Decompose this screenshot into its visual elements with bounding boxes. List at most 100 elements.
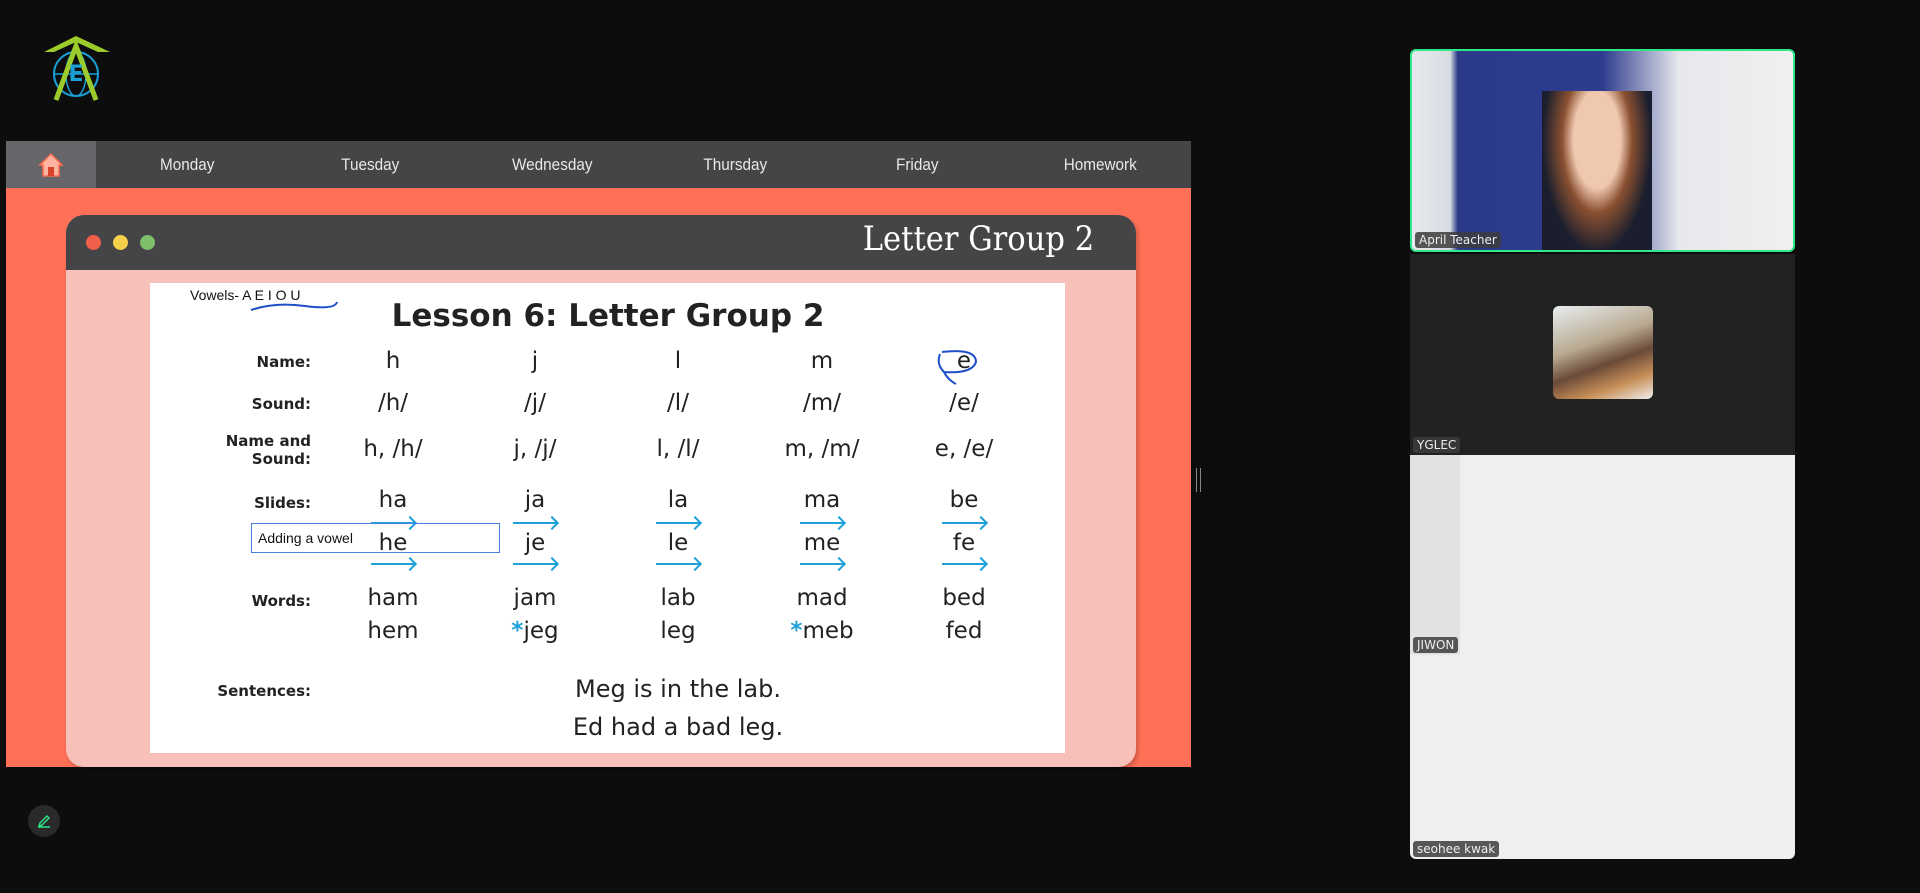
- cell-text: /e/: [949, 390, 979, 416]
- slide-arrow: [513, 522, 557, 524]
- slide-arrow: [656, 522, 700, 524]
- cell-names: h: [386, 348, 401, 374]
- annotation-textbox[interactable]: Adding a vowel: [251, 523, 500, 553]
- cell-sounds: /m/: [803, 390, 841, 416]
- slide-arrow: [942, 563, 986, 565]
- tab-monday[interactable]: Monday: [105, 141, 269, 188]
- participant-tile-yglec[interactable]: YGLEC: [1410, 254, 1795, 455]
- cell-text: jam: [513, 585, 557, 611]
- cell-names: j: [532, 348, 538, 374]
- divider-handle[interactable]: [1196, 468, 1201, 492]
- svg-text:E: E: [68, 62, 83, 87]
- cell-slides2: fe: [953, 530, 975, 556]
- cell-text: h: [385, 348, 401, 374]
- cell-words1: lab: [660, 585, 695, 611]
- cell-text: la: [667, 487, 689, 513]
- cell-text: m, /m/: [784, 436, 860, 462]
- participant-tile-jiwon[interactable]: JIWON: [1410, 455, 1795, 655]
- cell-text: /j/: [524, 390, 546, 416]
- cell-text: leg: [660, 618, 696, 644]
- participant-name: YGLEC: [1413, 437, 1461, 453]
- participant-name: seohee kwak: [1413, 841, 1500, 857]
- tab-homework[interactable]: Homework: [1018, 141, 1182, 188]
- cell-words2: fed: [946, 618, 983, 644]
- cell-text: e, /e/: [934, 436, 994, 462]
- cell-text: mad: [796, 585, 848, 611]
- star-mark: *: [790, 618, 803, 644]
- cell-words1: jam: [514, 585, 557, 611]
- cell-name_sound: e, /e/: [935, 436, 993, 462]
- slide-arrow: [656, 563, 700, 565]
- cell-slides1: be: [950, 487, 979, 513]
- tab-thursday[interactable]: Thursday: [653, 141, 817, 188]
- cell-text: meb: [802, 618, 854, 644]
- tab-wednesday[interactable]: Wednesday: [470, 141, 634, 188]
- participant-video: [1542, 91, 1652, 250]
- window-dot-green: [140, 235, 155, 250]
- cell-words2: hem: [367, 618, 418, 644]
- row-label-sentences: Sentences:: [217, 682, 311, 700]
- cell-text: j, /j/: [513, 436, 557, 462]
- participant-tile-seohee-kwak[interactable]: seohee kwak: [1410, 655, 1795, 859]
- participant-tile-april-teacher[interactable]: April Teacher: [1410, 49, 1795, 252]
- row-label-name: Name:: [256, 353, 311, 371]
- cell-slides1: ha: [379, 487, 408, 513]
- cell-words1: mad: [796, 585, 847, 611]
- pen-button[interactable]: [28, 805, 60, 837]
- cell-text: ja: [524, 487, 546, 513]
- sentence: Ed had a bad leg.: [572, 713, 784, 741]
- cell-text: le: [667, 530, 689, 556]
- participant-thumbnail: [1553, 306, 1653, 399]
- slide-arrow: [942, 522, 986, 524]
- cell-slides1: ma: [804, 487, 841, 513]
- participant-name: April Teacher: [1415, 232, 1501, 248]
- cell-text: fe: [952, 530, 976, 556]
- app-logo: E: [38, 34, 118, 104]
- cell-slides2: je: [525, 530, 546, 556]
- cell-sounds: /h/: [378, 390, 408, 416]
- cell-sounds: /e/: [949, 390, 979, 416]
- row-label-words: Words:: [251, 592, 311, 610]
- cell-text: hem: [367, 618, 419, 644]
- row-label-slides: Slides:: [254, 494, 311, 512]
- cell-text: /m/: [803, 390, 841, 416]
- nav-bar: Monday Tuesday Wednesday Thursday Friday…: [6, 141, 1191, 188]
- tab-tuesday[interactable]: Tuesday: [288, 141, 452, 188]
- cell-text: me: [803, 530, 841, 556]
- window-title-bar: Letter Group 2: [66, 215, 1136, 270]
- slide-arrow: [513, 563, 557, 565]
- cell-sounds: /l/: [667, 390, 689, 416]
- pen-icon: [37, 815, 50, 828]
- circle-annotation: [937, 350, 978, 385]
- cell-text: je: [524, 530, 546, 556]
- row-label-name-sound-1: Name and: [225, 432, 311, 450]
- window-dot-red: [86, 235, 101, 250]
- cell-text: bed: [942, 585, 986, 611]
- cell-text: l: [674, 348, 682, 374]
- cell-words1: bed: [942, 585, 985, 611]
- cell-names: l: [675, 348, 681, 374]
- row-label-name-sound-2: Sound:: [251, 450, 311, 468]
- window-title: Letter Group 2: [862, 219, 1094, 259]
- participant-name: JIWON: [1413, 637, 1459, 653]
- vowels-underline-annotation: [250, 301, 338, 311]
- cell-name_sound: l, /l/: [657, 436, 700, 462]
- cell-text: ham: [367, 585, 419, 611]
- cell-text: lab: [660, 585, 696, 611]
- cell-text: /h/: [377, 390, 409, 416]
- cell-text: ma: [803, 487, 841, 513]
- cell-name_sound: h, /h/: [363, 436, 422, 462]
- cell-name_sound: j, /j/: [514, 436, 557, 462]
- cell-slides2: le: [668, 530, 689, 556]
- row-label-sound: Sound:: [251, 395, 311, 413]
- home-button[interactable]: [6, 141, 96, 188]
- lesson-title: Lesson 6: Letter Group 2: [391, 298, 825, 334]
- cell-words1: ham: [367, 585, 418, 611]
- slide-arrow: [800, 563, 844, 565]
- cell-text: jeg: [523, 618, 559, 644]
- home-icon: [38, 152, 64, 177]
- cell-slides2: me: [804, 530, 841, 556]
- cell-text: be: [949, 487, 979, 513]
- cell-slides1: ja: [525, 487, 545, 513]
- tab-friday[interactable]: Friday: [835, 141, 999, 188]
